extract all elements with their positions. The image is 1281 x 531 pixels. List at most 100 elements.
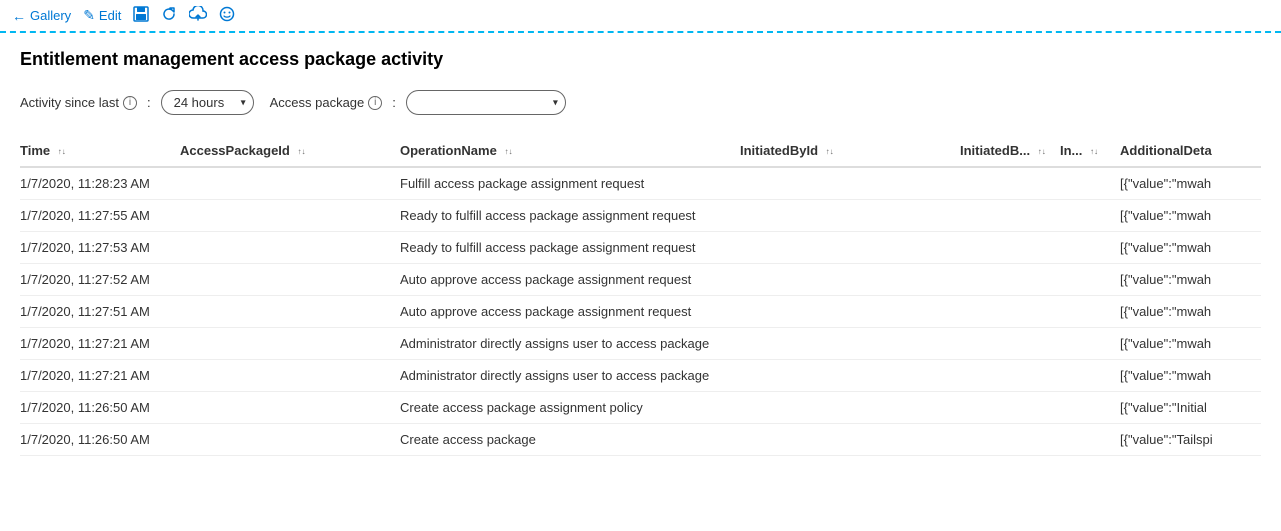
edit-button[interactable]: ✎ Edit <box>83 7 121 24</box>
cell-operation_name: Create access package <box>400 424 740 456</box>
cell-access_package_id <box>180 264 400 296</box>
cell-additional_detail: [{"value":"mwah <box>1120 328 1261 360</box>
time-sort-icon: ↑↓ <box>58 148 66 156</box>
activity-since-label: Activity since last i <box>20 95 137 110</box>
cell-initiated_b <box>960 392 1060 424</box>
refresh-button[interactable] <box>161 6 177 25</box>
cell-time: 1/7/2020, 11:27:52 AM <box>20 264 180 296</box>
table-row[interactable]: 1/7/2020, 11:27:51 AMAuto approve access… <box>20 296 1261 328</box>
cell-initiated_by_id <box>740 328 960 360</box>
cell-time: 1/7/2020, 11:27:21 AM <box>20 328 180 360</box>
cell-time: 1/7/2020, 11:26:50 AM <box>20 424 180 456</box>
cell-operation_name: Fulfill access package assignment reques… <box>400 167 740 200</box>
cell-initiated_b <box>960 328 1060 360</box>
cell-additional_detail: [{"value":"mwah <box>1120 232 1261 264</box>
cell-in <box>1060 392 1120 424</box>
cloud-icon <box>189 6 207 25</box>
cell-access_package_id <box>180 167 400 200</box>
table-row[interactable]: 1/7/2020, 11:28:23 AM Fulfill access pack… <box>20 167 1261 200</box>
table-row[interactable]: 1/7/2020, 11:27:21 AM Administrator direc… <box>20 360 1261 392</box>
cell-in <box>1060 424 1120 456</box>
cell-time: 1/7/2020, 11:27:21 AM <box>20 360 180 392</box>
cell-initiated_by_id <box>740 200 960 232</box>
cell-additional_detail: [{"value":"Tailspi <box>1120 424 1261 456</box>
cell-additional_detail: [{"value":"mwah <box>1120 296 1261 328</box>
page-content: Entitlement management access package ac… <box>0 33 1281 472</box>
access-package-info-icon[interactable]: i <box>368 96 382 110</box>
access-package-select[interactable] <box>406 90 566 115</box>
cell-access_package_id <box>180 392 400 424</box>
cell-time: 1/7/2020, 11:28:23 AM <box>20 167 180 200</box>
cell-time: 1/7/2020, 11:26:50 AM <box>20 392 180 424</box>
cell-operation_name: Create access package assignment policy <box>400 392 740 424</box>
cell-additional_detail: [{"value":"mwah <box>1120 360 1261 392</box>
cell-initiated_by_id <box>740 424 960 456</box>
pkg-id-sort-icon: ↑↓ <box>297 148 305 156</box>
activity-table: Time ↑↓ AccessPackageId ↑↓ OperationName… <box>20 135 1261 456</box>
in-sort-icon: ↑↓ <box>1090 148 1098 156</box>
table-row[interactable]: 1/7/2020, 11:27:55 AMReady to fulfill ac… <box>20 200 1261 232</box>
table-row[interactable]: 1/7/2020, 11:26:50 AM Create access packa… <box>20 424 1261 456</box>
cell-operation_name: Administrator directly assigns user to a… <box>400 360 740 392</box>
cell-additional_detail: [{"value":"mwah <box>1120 167 1261 200</box>
save-button[interactable] <box>133 6 149 25</box>
cell-operation_name: Auto approve access package assignment r… <box>400 264 740 296</box>
table-row[interactable]: 1/7/2020, 11:27:53 AM Ready to fulfill ac… <box>20 232 1261 264</box>
activity-since-select[interactable]: 24 hours 48 hours 7 days 30 days <box>161 90 254 115</box>
cell-initiated_b <box>960 424 1060 456</box>
init-b-sort-icon: ↑↓ <box>1038 148 1046 156</box>
cell-initiated_by_id <box>740 264 960 296</box>
cell-in <box>1060 264 1120 296</box>
filters-row: Activity since last i : 24 hours 48 hour… <box>20 90 1261 115</box>
col-header-additional-detail[interactable]: AdditionalDeta <box>1120 135 1261 167</box>
table-header-row: Time ↑↓ AccessPackageId ↑↓ OperationName… <box>20 135 1261 167</box>
table-row[interactable]: 1/7/2020, 11:27:21 AMAdministrator direc… <box>20 328 1261 360</box>
gallery-label: Gallery <box>30 8 71 23</box>
cell-initiated_by_id <box>740 360 960 392</box>
cell-initiated_by_id <box>740 392 960 424</box>
cell-access_package_id <box>180 328 400 360</box>
col-header-operation-name[interactable]: OperationName ↑↓ <box>400 135 740 167</box>
table-row[interactable]: 1/7/2020, 11:27:52 AM Auto approve access… <box>20 264 1261 296</box>
toolbar: ← Gallery ✎ Edit <box>0 0 1281 33</box>
cell-operation_name: Auto approve access package assignment r… <box>400 296 740 328</box>
table-body: 1/7/2020, 11:28:23 AM Fulfill access pack… <box>20 167 1261 456</box>
cell-in <box>1060 167 1120 200</box>
gallery-back-button[interactable]: ← Gallery <box>12 8 71 24</box>
cell-access_package_id <box>180 424 400 456</box>
cell-time: 1/7/2020, 11:27:53 AM <box>20 232 180 264</box>
cloud-upload-button[interactable] <box>189 6 207 25</box>
access-package-filter: Access package i : ▾ <box>270 90 566 115</box>
cell-initiated_b <box>960 296 1060 328</box>
cell-initiated_by_id <box>740 232 960 264</box>
cell-initiated_b <box>960 200 1060 232</box>
activity-since-info-icon[interactable]: i <box>123 96 137 110</box>
emoji-button[interactable] <box>219 6 235 25</box>
cell-initiated_by_id <box>740 296 960 328</box>
cell-initiated_b <box>960 264 1060 296</box>
activity-since-filter: Activity since last i : 24 hours 48 hour… <box>20 90 254 115</box>
col-header-in[interactable]: In... ↑↓ <box>1060 135 1120 167</box>
save-icon <box>133 6 149 25</box>
col-header-time[interactable]: Time ↑↓ <box>20 135 180 167</box>
cell-access_package_id <box>180 232 400 264</box>
init-id-sort-icon: ↑↓ <box>826 148 834 156</box>
cell-additional_detail: [{"value":"Initial <box>1120 392 1261 424</box>
cell-initiated_b <box>960 360 1060 392</box>
col-header-initiated-b[interactable]: InitiatedB... ↑↓ <box>960 135 1060 167</box>
cell-access_package_id <box>180 296 400 328</box>
cell-operation_name: Ready to fulfill access package assignme… <box>400 232 740 264</box>
cell-operation_name: Ready to fulfill access package assignme… <box>400 200 740 232</box>
cell-access_package_id <box>180 200 400 232</box>
cell-in <box>1060 232 1120 264</box>
table-row[interactable]: 1/7/2020, 11:26:50 AM Create access packa… <box>20 392 1261 424</box>
col-header-access-package-id[interactable]: AccessPackageId ↑↓ <box>180 135 400 167</box>
cell-in <box>1060 328 1120 360</box>
cell-additional_detail: [{"value":"mwah <box>1120 200 1261 232</box>
access-package-select-wrapper: ▾ <box>406 90 566 115</box>
cell-in <box>1060 360 1120 392</box>
access-package-label: Access package i <box>270 95 383 110</box>
pencil-icon: ✎ <box>83 7 95 24</box>
col-header-initiated-by-id[interactable]: InitiatedById ↑↓ <box>740 135 960 167</box>
activity-since-select-wrapper: 24 hours 48 hours 7 days 30 days ▾ <box>161 90 254 115</box>
